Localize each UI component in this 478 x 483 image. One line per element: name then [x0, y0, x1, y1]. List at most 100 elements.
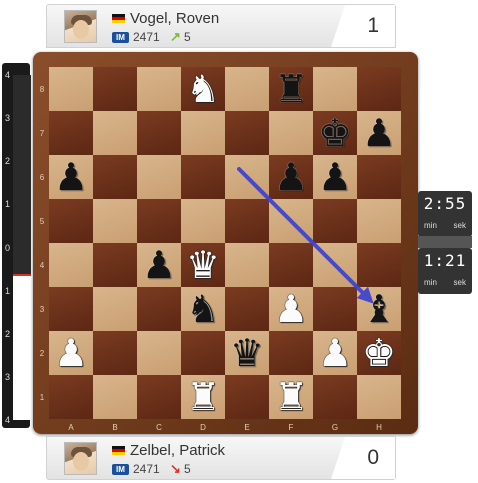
top-player-title-badge: IM: [112, 32, 129, 43]
white-knight-d8[interactable]: ♞: [186, 70, 220, 108]
square-a3[interactable]: [49, 287, 93, 331]
square-e1[interactable]: [225, 375, 269, 419]
square-g7[interactable]: ♚: [313, 111, 357, 155]
black-pawn-h7[interactable]: ♟: [362, 114, 396, 152]
evaluation-tick-label: 2: [5, 328, 11, 339]
square-f4[interactable]: [269, 243, 313, 287]
square-h6[interactable]: [357, 155, 401, 199]
square-d3[interactable]: ♞: [181, 287, 225, 331]
square-f5[interactable]: [269, 199, 313, 243]
white-rook-f1[interactable]: ♜: [274, 378, 308, 416]
square-f8[interactable]: ♜: [269, 67, 313, 111]
square-g1[interactable]: [313, 375, 357, 419]
square-g2[interactable]: ♟: [313, 331, 357, 375]
file-label-h: H: [376, 423, 382, 432]
rank-label-1: 1: [39, 393, 45, 402]
black-pawn-a6[interactable]: ♟: [54, 158, 88, 196]
black-rook-f8[interactable]: ♜: [274, 70, 308, 108]
square-a5[interactable]: [49, 199, 93, 243]
square-d4[interactable]: ♛: [181, 243, 225, 287]
file-label-g: G: [331, 423, 339, 432]
square-c6[interactable]: [137, 155, 181, 199]
black-king-g7[interactable]: ♚: [318, 114, 352, 152]
square-h3[interactable]: ♝: [357, 287, 401, 331]
top-player-rating-change: 5: [184, 30, 191, 44]
square-f7[interactable]: [269, 111, 313, 155]
square-c2[interactable]: [137, 331, 181, 375]
square-f3[interactable]: ♟: [269, 287, 313, 331]
square-g4[interactable]: [313, 243, 357, 287]
square-c1[interactable]: [137, 375, 181, 419]
white-king-h2[interactable]: ♚: [362, 334, 396, 372]
top-player-score: 1: [367, 14, 379, 37]
square-a7[interactable]: [49, 111, 93, 155]
square-c4[interactable]: ♟: [137, 243, 181, 287]
black-pawn-f6[interactable]: ♟: [274, 158, 308, 196]
top-player-panel: Vogel, Roven IM 2471 ↗ 5 1: [46, 4, 396, 48]
square-d8[interactable]: ♞: [181, 67, 225, 111]
square-e3[interactable]: [225, 287, 269, 331]
square-c8[interactable]: [137, 67, 181, 111]
black-pawn-g6[interactable]: ♟: [318, 158, 352, 196]
bottom-player-title-badge: IM: [112, 464, 129, 475]
square-e7[interactable]: [225, 111, 269, 155]
square-h1[interactable]: [357, 375, 401, 419]
square-d5[interactable]: [181, 199, 225, 243]
top-player-clock: 2:55 min sek: [418, 191, 472, 237]
square-d1[interactable]: ♜: [181, 375, 225, 419]
top-clock-time: 2:55: [423, 194, 467, 213]
rank-label-7: 7: [39, 129, 45, 138]
white-pawn-f3[interactable]: ♟: [274, 290, 308, 328]
white-pawn-a2[interactable]: ♟: [54, 334, 88, 372]
black-knight-d3[interactable]: ♞: [186, 290, 220, 328]
square-h8[interactable]: [357, 67, 401, 111]
square-e2[interactable]: ♛: [225, 331, 269, 375]
square-c5[interactable]: [137, 199, 181, 243]
square-f2[interactable]: [269, 331, 313, 375]
bottom-player-name[interactable]: Zelbel, Patrick: [130, 442, 225, 459]
square-f1[interactable]: ♜: [269, 375, 313, 419]
square-e4[interactable]: [225, 243, 269, 287]
square-e8[interactable]: [225, 67, 269, 111]
square-b1[interactable]: [93, 375, 137, 419]
bottom-player-score-box: 0: [331, 437, 395, 479]
square-e5[interactable]: [225, 199, 269, 243]
square-g3[interactable]: [313, 287, 357, 331]
square-h5[interactable]: [357, 199, 401, 243]
white-queen-d4[interactable]: ♛: [186, 246, 220, 284]
white-rook-d1[interactable]: ♜: [186, 378, 220, 416]
square-h2[interactable]: ♚: [357, 331, 401, 375]
square-g5[interactable]: [313, 199, 357, 243]
black-bishop-h3[interactable]: ♝: [362, 290, 396, 328]
square-b8[interactable]: [93, 67, 137, 111]
square-e6[interactable]: [225, 155, 269, 199]
black-queen-e2[interactable]: ♛: [230, 334, 264, 372]
square-b5[interactable]: [93, 199, 137, 243]
square-d2[interactable]: [181, 331, 225, 375]
square-f6[interactable]: ♟: [269, 155, 313, 199]
square-a2[interactable]: ♟: [49, 331, 93, 375]
square-a6[interactable]: ♟: [49, 155, 93, 199]
square-b4[interactable]: [93, 243, 137, 287]
black-pawn-c4[interactable]: ♟: [142, 246, 176, 284]
top-player-name[interactable]: Vogel, Roven: [130, 10, 219, 27]
square-b6[interactable]: [93, 155, 137, 199]
square-a4[interactable]: [49, 243, 93, 287]
chess-board[interactable]: ♞ ♜ ♚ ♟ ♟ ♟ ♟ ♟ ♛ ♞ ♟ ♝ ♟ ♛ ♟ ♚ ♜ ♜: [49, 67, 401, 419]
file-label-b: B: [112, 423, 118, 432]
square-g6[interactable]: ♟: [313, 155, 357, 199]
square-b3[interactable]: [93, 287, 137, 331]
bottom-player-rating: 2471: [133, 462, 160, 476]
square-a1[interactable]: [49, 375, 93, 419]
square-c7[interactable]: [137, 111, 181, 155]
square-h4[interactable]: [357, 243, 401, 287]
white-pawn-g2[interactable]: ♟: [318, 334, 352, 372]
square-a8[interactable]: [49, 67, 93, 111]
square-g8[interactable]: [313, 67, 357, 111]
square-b2[interactable]: [93, 331, 137, 375]
square-c3[interactable]: [137, 287, 181, 331]
square-b7[interactable]: [93, 111, 137, 155]
square-d6[interactable]: [181, 155, 225, 199]
square-d7[interactable]: [181, 111, 225, 155]
square-h7[interactable]: ♟: [357, 111, 401, 155]
